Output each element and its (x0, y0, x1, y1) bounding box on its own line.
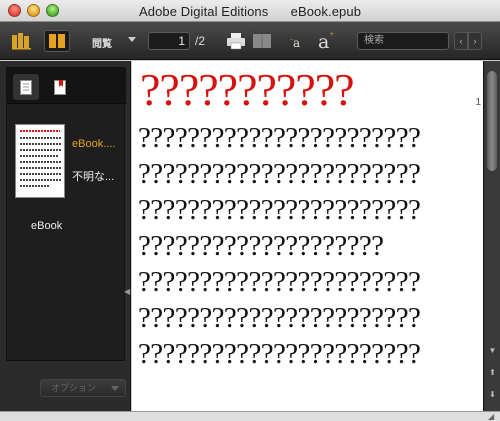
plus-indicator-icon: + (329, 31, 335, 38)
bookmark-icon (54, 79, 66, 95)
thumbnail-text-line (20, 143, 62, 145)
sidebar: eBook.... 不明な... eBook ◀ オプション (0, 61, 131, 411)
reading-pane: ??????????? 1 ??????????????????????? ??… (132, 61, 483, 411)
text-line: ??????????????????????? (138, 158, 421, 190)
vertical-scrollbar[interactable]: ▼ ⬆ ⬇ (483, 61, 500, 411)
scroll-up-icon[interactable]: ⬆ (484, 365, 500, 379)
thumbnail-text-line (20, 167, 62, 169)
sidebar-panel: eBook.... 不明な... eBook (6, 67, 126, 361)
text-line: ???????????????????? (138, 230, 384, 262)
library-view-button[interactable] (10, 31, 34, 51)
search-next-button[interactable]: › (468, 32, 482, 50)
scroll-bottom-icon[interactable]: ⬇ (484, 387, 500, 401)
options-dropdown-icon (111, 386, 119, 391)
page-total-label: /2 (195, 34, 206, 48)
view-menu-label[interactable]: 閲覧 (92, 35, 112, 50)
title-bar: Adobe Digital Editions eBook.epub (0, 0, 500, 22)
window-title: Adobe Digital Editions eBook.epub (138, 4, 362, 19)
thumbnail-heading-line (20, 130, 60, 132)
thumbnail-text-line (20, 179, 62, 181)
tab-table-of-contents[interactable] (13, 74, 39, 100)
search-input[interactable]: 検索 (357, 32, 449, 50)
text-line: ??????????????????????? (138, 338, 421, 370)
collapse-sidebar-icon[interactable]: ◀ (124, 287, 132, 301)
print-button[interactable] (226, 31, 246, 51)
decrease-font-button[interactable]: –a (290, 36, 300, 50)
chapter-heading: ??????????? (140, 64, 355, 115)
book-open-icon (49, 34, 65, 48)
options-button-label: オプション (51, 383, 97, 393)
text-line: ??????????????????????? (138, 302, 421, 334)
increase-font-button[interactable]: a+ (318, 31, 334, 53)
scroll-down-icon[interactable]: ▼ (484, 343, 500, 357)
toolbar: 閲覧 1 /2 –a a+ 検索 ‹ › (0, 22, 500, 60)
book-thumbnail[interactable] (15, 124, 65, 198)
text-line: ??????????????????????? (138, 122, 421, 154)
text-line: ??????????????????????? (138, 194, 421, 226)
scrollbar-thumb[interactable] (487, 71, 497, 171)
book-title[interactable]: eBook.... (72, 138, 115, 150)
thumbnail-text-line (20, 161, 62, 163)
toc-icon (20, 79, 32, 95)
thumbnail-text-line (20, 155, 58, 157)
search-prev-button[interactable]: ‹ (454, 32, 468, 50)
page-number-input[interactable]: 1 (148, 32, 190, 50)
page-number-label: 1 (475, 97, 481, 108)
page-layout-button[interactable] (252, 31, 272, 51)
tab-bookmarks[interactable] (47, 74, 73, 100)
text-line: ??????????????????????? (138, 266, 421, 298)
thumbnail-text-line (20, 149, 62, 151)
options-button[interactable]: オプション (40, 379, 126, 397)
thumbnail-text-line (20, 137, 62, 139)
status-bar: ◢ (0, 411, 500, 421)
thumbnail-text-line (20, 185, 50, 187)
print-icon (227, 33, 245, 50)
thumbnail-text-line (20, 173, 62, 175)
library-icon (12, 33, 31, 50)
reading-view-button[interactable] (44, 30, 70, 52)
two-page-icon (253, 34, 271, 48)
resize-grip-icon[interactable]: ◢ (488, 412, 498, 421)
view-dropdown-icon[interactable] (128, 37, 136, 42)
book-author: 不明な... (72, 171, 115, 183)
sidebar-tabs (7, 68, 126, 104)
toc-item-ebook[interactable]: eBook (31, 220, 62, 232)
